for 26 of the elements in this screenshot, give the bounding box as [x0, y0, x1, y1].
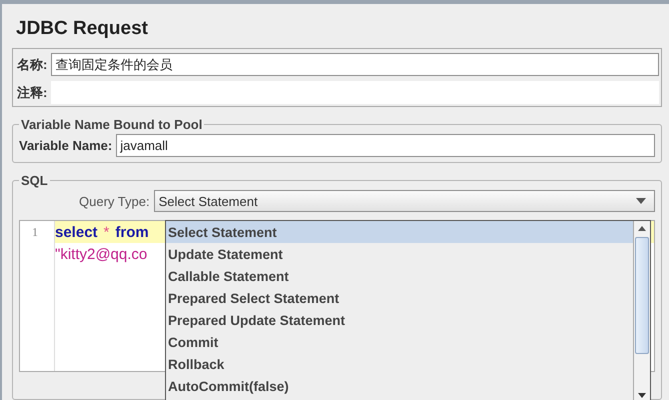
dropdown-option[interactable]: Rollback	[166, 353, 633, 375]
name-input-field[interactable]: 查询固定条件的会员	[51, 53, 659, 76]
comment-label: 注释:	[17, 84, 48, 102]
dropdown-option[interactable]: Prepared Select Statement	[166, 287, 633, 309]
caret-icon	[636, 198, 646, 204]
group-title: Variable Name Bound to Pool	[20, 117, 204, 132]
line-number: 1	[31, 224, 39, 241]
scrollbar[interactable]	[633, 221, 650, 400]
name-label: 名称:	[17, 56, 48, 74]
code-token: "kitty2@qq.co	[55, 246, 148, 262]
dropdown-option[interactable]: Prepared Update Statement	[166, 309, 633, 331]
group-title: SQL	[20, 173, 49, 188]
variable-name-input-field[interactable]: javamall	[116, 134, 655, 157]
code-token: from	[115, 224, 149, 240]
query-type-dropdown[interactable]: Select Statement	[154, 190, 655, 212]
code-token: *	[104, 224, 110, 240]
dropdown-option[interactable]: AutoCommit(false)	[166, 375, 633, 397]
dropdown-option[interactable]: Commit	[166, 331, 633, 353]
query-type-label: Query Type:	[79, 194, 150, 208]
code-token: select	[55, 224, 98, 240]
dropdown-option[interactable]: Update Statement	[166, 243, 633, 265]
dropdown-option[interactable]: Select Statement	[166, 221, 633, 243]
scroll-thumb[interactable]	[635, 237, 649, 354]
variable-name-label: Variable Name:	[19, 138, 112, 153]
panel-title: JDBC Request	[16, 18, 149, 40]
dropdown-option[interactable]: Callable Statement	[166, 265, 633, 287]
